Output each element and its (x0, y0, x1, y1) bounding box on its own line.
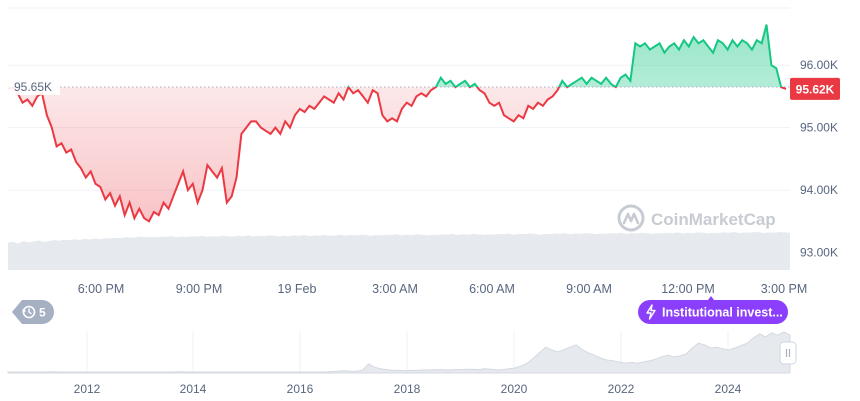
overview-x-label: 2016 (287, 382, 314, 396)
navigator-handle[interactable] (779, 341, 797, 365)
x-tick-label: 3:00 AM (372, 282, 418, 296)
overview-x-label: 2024 (715, 382, 742, 396)
overview-x-label: 2014 (180, 382, 207, 396)
news-badge[interactable]: Institutional invest... (638, 296, 788, 324)
watermark-text: CoinMarketCap (651, 210, 776, 229)
news-badge-text: Institutional invest... (662, 306, 783, 320)
overview-area (7, 331, 791, 374)
x-tick-label: 12:00 PM (661, 282, 715, 296)
overview-navigator[interactable]: 2012 2014 2016 2018 2020 2022 2024 (7, 331, 797, 396)
x-tick-label: 6:00 PM (78, 282, 125, 296)
current-price-label: 95.62K (790, 77, 840, 100)
overview-x-labels: 2012 2014 2016 2018 2020 2022 2024 (74, 382, 742, 396)
coinmarketcap-logo-icon (617, 204, 645, 232)
y-tick-label: 96.00K (800, 58, 838, 72)
overview-x-label: 2018 (394, 382, 421, 396)
current-price-text: 95.62K (796, 82, 835, 96)
y-tick-label: 93.00K (800, 246, 838, 260)
x-tick-label: 9:00 PM (176, 282, 223, 296)
events-count: 5 (39, 306, 46, 320)
coinmarketcap-watermark: CoinMarketCap (617, 204, 776, 232)
x-tick-label: 6:00 AM (469, 282, 515, 296)
baseline-label-text: 95.65K (14, 80, 52, 94)
baseline-label: 95.65K (8, 79, 60, 96)
price-chart: CoinMarketCap 95.65K 96.00K 95.00K 94.00K 9… (7, 7, 840, 396)
x-tick-label: 3:00 PM (761, 282, 808, 296)
x-tick-label: 9:00 AM (566, 282, 612, 296)
overview-x-label: 2020 (501, 382, 528, 396)
volume-area (8, 232, 790, 270)
x-tick-label: 19 Feb (278, 282, 317, 296)
x-axis-labels: 6:00 PM 9:00 PM 19 Feb 3:00 AM 6:00 AM 9:00 A… (78, 282, 808, 296)
y-tick-label: 95.00K (800, 121, 838, 135)
events-chip[interactable]: 5 (12, 300, 54, 324)
overview-x-label: 2022 (608, 382, 635, 396)
overview-x-label: 2012 (74, 382, 101, 396)
y-tick-label: 94.00K (800, 183, 838, 197)
